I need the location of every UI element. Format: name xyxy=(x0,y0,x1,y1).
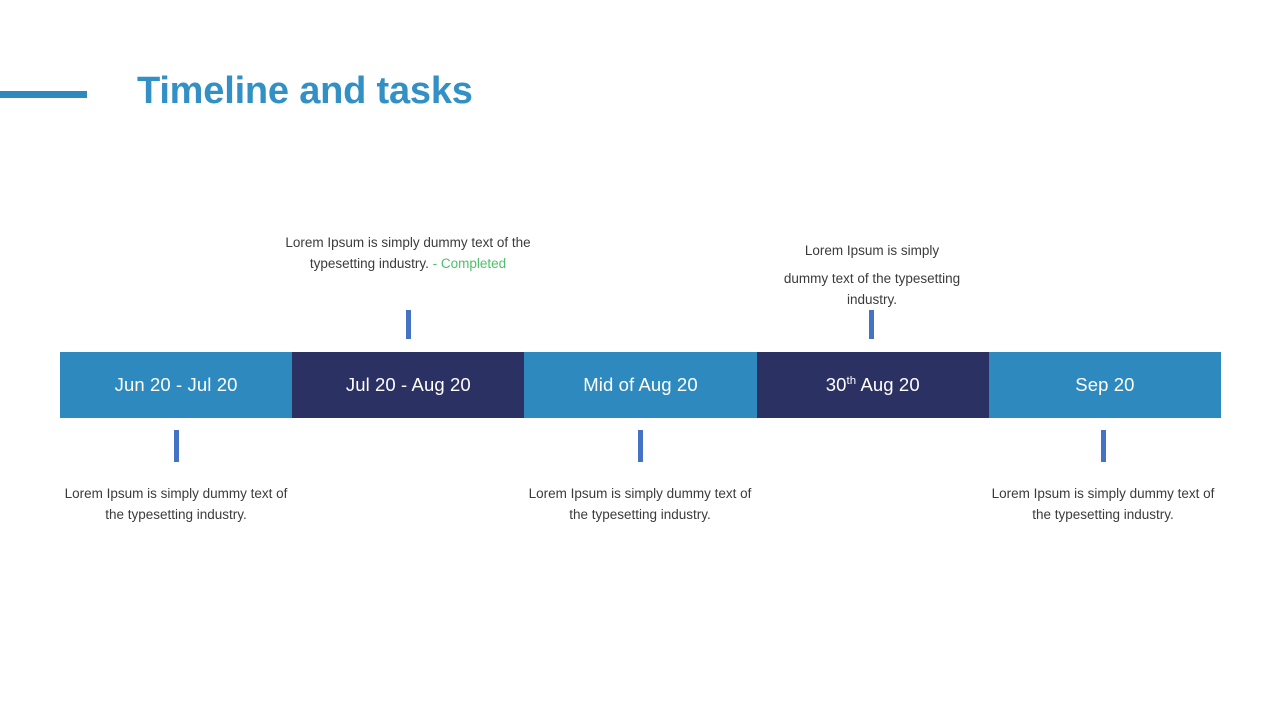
timeline-tick-below-segment-5 xyxy=(1101,430,1106,462)
timeline-note-below-segment-1: Lorem Ipsum is simply dummy text of the … xyxy=(58,483,294,525)
timeline-segment-4[interactable]: 30th Aug 20 xyxy=(756,352,989,418)
timeline-segment-label: Jul 20 - Aug 20 xyxy=(345,374,471,395)
note-line: dummy text of the typesetting xyxy=(783,271,961,286)
note-line: Lorem Ipsum is simply dummy xyxy=(528,486,711,501)
page-title: Timeline and tasks xyxy=(137,70,473,112)
timeline-segment-1[interactable]: Jun 20 - Jul 20 xyxy=(60,352,293,418)
timeline-bar: Jun 20 - Jul 20 Jul 20 - Aug 20 Mid of A… xyxy=(60,352,1222,418)
note-line: Lorem Ipsum is simply dummy xyxy=(64,486,247,501)
timeline-segment-label-number: 30 xyxy=(825,374,847,395)
timeline-note-below-segment-3: Lorem Ipsum is simply dummy text of the … xyxy=(522,483,758,525)
timeline-segment-5[interactable]: Sep 20 xyxy=(988,352,1222,418)
timeline-segment-label: Sep 20 xyxy=(1075,374,1135,395)
timeline-segment-2[interactable]: Jul 20 - Aug 20 xyxy=(292,352,525,418)
note-line: Lorem Ipsum is simply dummy xyxy=(991,486,1174,501)
timeline-tick-below-segment-3 xyxy=(638,430,643,462)
note-status-completed: - Completed xyxy=(432,256,507,271)
timeline-segment-label-month: Aug 20 xyxy=(856,374,920,395)
timeline-segment-3[interactable]: Mid of Aug 20 xyxy=(524,352,757,418)
timeline-tick-above-segment-2 xyxy=(406,310,411,339)
timeline-segment-label: 30th Aug 20 xyxy=(826,374,920,396)
timeline-note-below-segment-5: Lorem Ipsum is simply dummy text of the … xyxy=(985,483,1221,525)
timeline-segment-label: Jun 20 - Jul 20 xyxy=(114,374,238,395)
note-line: Lorem Ipsum is simply xyxy=(804,243,940,258)
timeline-tick-below-segment-1 xyxy=(174,430,179,462)
timeline-segment-label: Mid of Aug 20 xyxy=(583,374,698,395)
timeline-note-above-segment-4: Lorem Ipsum is simply dummy text of the … xyxy=(758,240,986,310)
note-line: Lorem Ipsum is simply dummy text of xyxy=(285,235,509,250)
note-line: industry. xyxy=(846,292,898,307)
timeline-segment-label-ordinal: th xyxy=(846,374,857,387)
title-accent-bar xyxy=(0,91,87,98)
timeline-tick-above-segment-4 xyxy=(869,310,874,339)
timeline-note-above-segment-2: Lorem Ipsum is simply dummy text of the … xyxy=(276,232,540,274)
